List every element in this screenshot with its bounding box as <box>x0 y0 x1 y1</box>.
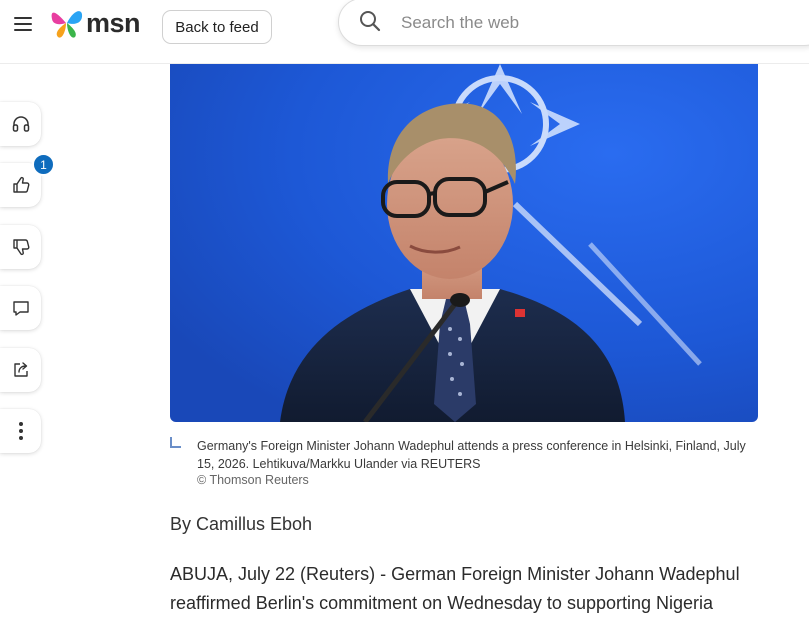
butterfly-logo-icon <box>51 11 83 38</box>
hamburger-icon[interactable] <box>12 15 34 33</box>
comment-icon <box>12 301 29 316</box>
search-icon[interactable] <box>359 10 381 32</box>
more-options-button[interactable] <box>0 409 41 453</box>
comment-button[interactable] <box>0 286 41 330</box>
headphones-icon <box>12 116 29 132</box>
top-bar: msn Back to feed <box>0 0 809 64</box>
article-hero-image <box>170 64 758 422</box>
thumbs-down-icon <box>12 239 29 256</box>
article-paragraph: ABUJA, July 22 (Reuters) - German Foreig… <box>170 564 740 613</box>
msn-logo[interactable]: msn <box>50 4 141 42</box>
more-vertical-icon <box>18 422 23 440</box>
dislike-button[interactable] <box>0 225 41 269</box>
share-button[interactable] <box>0 348 41 392</box>
logo-text: msn <box>86 7 141 38</box>
article-byline: By Camillus Eboh <box>170 514 313 534</box>
listen-button[interactable] <box>0 102 41 146</box>
image-credit: © Thomson Reuters <box>197 473 309 487</box>
image-caption: Germany's Foreign Minister Johann Wadeph… <box>197 439 746 471</box>
search-input[interactable] <box>399 9 783 37</box>
caption-marker <box>170 437 181 448</box>
like-count-badge: 1 <box>32 153 55 176</box>
share-icon <box>13 362 28 377</box>
thumbs-up-icon <box>12 176 29 193</box>
search-bar[interactable] <box>338 0 809 46</box>
back-to-feed-button[interactable]: Back to feed <box>162 10 272 44</box>
